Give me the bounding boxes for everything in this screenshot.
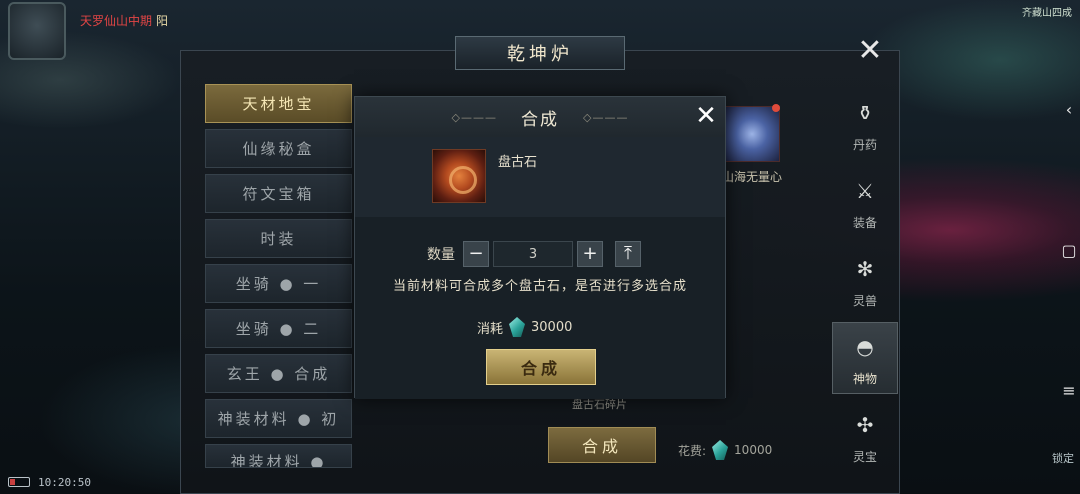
location-title: 天罗仙山中期阳 xyxy=(80,12,168,29)
sword-icon: ⚔ xyxy=(856,178,874,203)
home-icon[interactable]: ▢ xyxy=(1061,241,1076,260)
quantity-label: 数量 xyxy=(427,247,455,263)
back-icon[interactable]: ‹ xyxy=(1066,100,1072,119)
synthesis-dialog: ◇——— 合成 ◇——— ✕ 盘古石 数量 − + ⤒ 当前材料可合成多个盘古石… xyxy=(354,96,726,399)
category-item[interactable]: 玄王 ● 合成 xyxy=(205,354,352,393)
category-item[interactable]: 天材地宝 xyxy=(205,84,352,123)
panel-close-icon[interactable]: ✕ xyxy=(850,30,890,70)
category-item[interactable]: 仙缘秘盒 xyxy=(205,129,352,168)
system-nav-bar: ‹ ▢ ≡ xyxy=(1058,100,1080,400)
lock-target-label[interactable]: 锁定 xyxy=(1052,450,1074,466)
paw-icon: ✻ xyxy=(856,256,874,281)
multi-synthesis-prompt: 当前材料可合成多个盘古石，是否进行多选合成 xyxy=(392,279,687,294)
item-slot[interactable] xyxy=(724,106,780,162)
tab-beasts[interactable]: ✻ 灵兽 xyxy=(832,244,898,316)
tab-label: 装备 xyxy=(852,215,877,230)
quantity-stepper: 数量 − + ⤒ xyxy=(427,241,641,267)
dialog-title: 合成 xyxy=(521,109,559,130)
tab-label: 神物 xyxy=(852,371,877,386)
confirm-synthesize-button[interactable]: 合成 xyxy=(486,349,596,385)
item-name: 盘古石 xyxy=(498,155,538,170)
category-item[interactable]: 神装材料 ● 初 xyxy=(205,399,352,438)
jade-gem-icon xyxy=(712,440,729,460)
tab-label: 灵兽 xyxy=(852,293,877,308)
synthesize-button[interactable]: 合成 xyxy=(548,427,656,463)
jade-gem-icon xyxy=(509,317,526,337)
minus-button[interactable]: − xyxy=(463,241,489,267)
category-item[interactable]: 符文宝箱 xyxy=(205,174,352,213)
location-name: 天罗仙山中期 xyxy=(80,14,153,28)
dialog-header: ◇——— 合成 ◇——— xyxy=(355,97,725,137)
side-tab-list: ⚱ 丹药 ⚔ 装备 ✻ 灵兽 ◓ 神物 ✣ 灵宝 xyxy=(832,88,898,472)
dialog-body: 数量 − + ⤒ 当前材料可合成多个盘古石，是否进行多选合成 消耗 30000 … xyxy=(355,217,725,399)
category-list: 天材地宝 仙缘秘盒 符文宝箱 时装 坐骑 ● 一 坐骑 ● 二 玄王 ● 合成 … xyxy=(205,84,352,468)
max-button[interactable]: ⤒ xyxy=(615,241,641,267)
cost-label: 消耗 xyxy=(477,321,504,337)
notification-dot xyxy=(772,104,780,112)
status-bar: 10:20:50 xyxy=(8,474,91,490)
cost-label: 花费: xyxy=(678,443,707,458)
menu-icon[interactable]: ≡ xyxy=(1062,381,1075,400)
cost-row: 消耗 30000 xyxy=(477,317,572,337)
cost-value: 10000 xyxy=(734,443,773,457)
minimap-label: 齐藏山四成 xyxy=(1022,8,1072,19)
player-avatar[interactable] xyxy=(8,2,66,60)
tab-pills[interactable]: ⚱ 丹药 xyxy=(832,88,898,160)
quantity-input[interactable] xyxy=(493,241,573,267)
category-item[interactable]: 坐骑 ● 一 xyxy=(205,264,352,303)
panel-title: 乾坤炉 xyxy=(455,36,625,70)
tab-treasures[interactable]: ✣ 灵宝 xyxy=(832,400,898,472)
ornament-icon: ◇——— xyxy=(583,110,629,124)
category-item[interactable]: 时装 xyxy=(205,219,352,258)
tab-label: 丹药 xyxy=(852,137,877,152)
cost-value: 30000 xyxy=(531,319,573,335)
ornament-icon: ◇——— xyxy=(451,110,497,124)
plus-button[interactable]: + xyxy=(577,241,603,267)
mortar-icon: ⚱ xyxy=(856,100,874,125)
tab-artifacts[interactable]: ◓ 神物 xyxy=(832,322,898,394)
location-suffix: 阳 xyxy=(156,14,169,28)
category-item[interactable]: 神装材料 ● xyxy=(205,444,352,468)
swirl-icon: ✣ xyxy=(856,412,874,437)
pangu-stone-icon[interactable] xyxy=(432,149,486,203)
item-row: 盘古石 xyxy=(355,137,725,217)
fan-icon: ◓ xyxy=(856,334,874,359)
clock: 10:20:50 xyxy=(38,475,91,489)
tab-equipment[interactable]: ⚔ 装备 xyxy=(832,166,898,238)
battery-icon xyxy=(8,477,30,487)
close-icon[interactable]: ✕ xyxy=(691,101,721,131)
item-label: 山海无量心 xyxy=(722,170,783,184)
category-item[interactable]: 坐骑 ● 二 xyxy=(205,309,352,348)
cost-display: 花费: 10000 xyxy=(678,440,772,460)
tab-label: 灵宝 xyxy=(852,449,877,464)
